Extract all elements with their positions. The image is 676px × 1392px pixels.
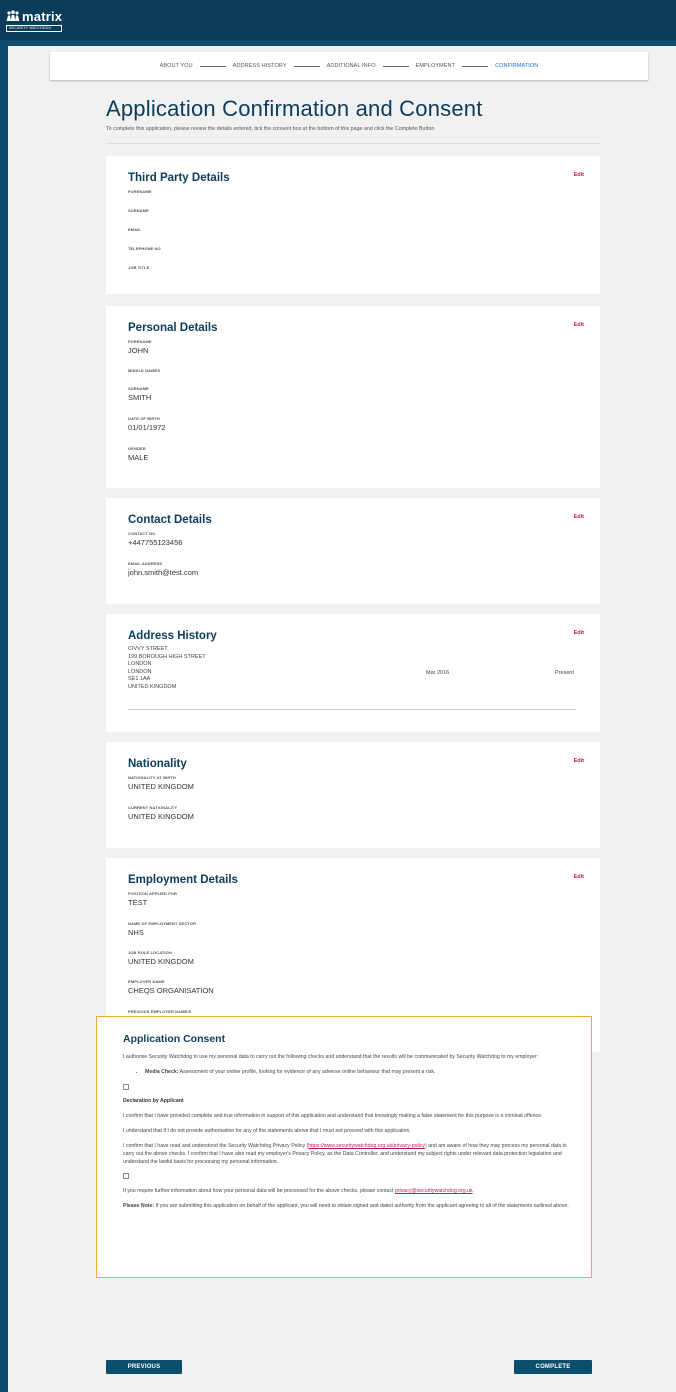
address-to-date: Present — [555, 670, 574, 676]
edit-contact-link[interactable]: Edit — [574, 514, 584, 520]
field-contact-no: CONTACT NO +447755123456 — [128, 531, 183, 547]
field-employer-name: EMPLOYER NAME CHEQS ORGANISATION — [128, 979, 214, 995]
brand-subtitle: SECURITY WATCHDOG — [6, 24, 63, 32]
declaration-title: Declaration by Applicant — [123, 1098, 184, 1104]
field-previous-employers: PREVIOUS EMPLOYER NAME/S — [128, 1009, 192, 1014]
field-surname: SURNAME — [128, 208, 149, 213]
card-title: Nationality — [128, 758, 187, 770]
complete-button[interactable]: COMPLETE — [514, 1360, 592, 1374]
step-connector — [382, 65, 409, 67]
step-employment[interactable]: EMPLOYMENT — [416, 63, 456, 69]
card-title: Third Party Details — [128, 172, 230, 184]
step-connector — [199, 65, 226, 67]
card-title: Personal Details — [128, 322, 218, 334]
field-telephone: TELEPHONE NO — [128, 246, 161, 251]
privacy-email-link[interactable]: privacy@securitywatchdog.org.uk — [395, 1188, 473, 1194]
field-forename: FORENAME — [128, 189, 152, 194]
declaration-consent-checkbox[interactable] — [123, 1173, 129, 1179]
field-date-of-birth: DATE OF BIRTH 01/01/1972 — [128, 416, 166, 432]
media-check-consent-checkbox[interactable] — [123, 1084, 129, 1090]
media-check-item: Media Check: Assessment of your online p… — [145, 1068, 571, 1076]
field-email-address: EMAIL ADDRESS john.smith@test.com — [128, 561, 199, 577]
consent-title: Application Consent — [123, 1033, 226, 1045]
field-middle-names: MIDDLE NAMES — [128, 368, 161, 373]
step-address-history[interactable]: ADDRESS HISTORY — [233, 63, 287, 69]
field-surname: SURNAME SMITH — [128, 386, 152, 402]
consent-authorise-text: I authorise Security Watchdog to use my … — [123, 1054, 539, 1060]
field-current-nationality: CURRENT NATIONALITY UNITED KINGDOM — [128, 805, 194, 821]
field-position-applied: POSITION APPLIED FOR TEST — [128, 891, 177, 907]
step-connector — [293, 65, 320, 67]
top-bar: matrix SECURITY WATCHDOG — [0, 0, 676, 40]
step-additional-info[interactable]: ADDITIONAL INFO — [327, 63, 376, 69]
edit-address-link[interactable]: Edit — [574, 630, 584, 636]
further-info-text: If you require further information about… — [123, 1188, 475, 1194]
step-confirmation[interactable]: CONFIRMATION — [495, 63, 538, 69]
card-title: Employment Details — [128, 874, 238, 886]
contact-details-card: Contact Details Edit CONTACT NO +44775512… — [106, 498, 600, 604]
step-connector — [462, 65, 489, 67]
edit-employment-link[interactable]: Edit — [574, 874, 584, 880]
declaration-text-1: I confirm that I have provided complete … — [123, 1113, 543, 1119]
page-title: Application Confirmation and Consent — [106, 96, 483, 121]
address-from-date: Mar 2016 — [426, 670, 450, 676]
people-logo-icon — [6, 10, 20, 21]
field-nationality-at-birth: NATIONALITY AT BIRTH UNITED KINGDOM — [128, 775, 194, 791]
address-lines: CIVVY STREET 199 BOROUGH HIGH STREET LON… — [128, 646, 206, 690]
declaration-text-2: I understand that if I do not provide au… — [123, 1128, 411, 1134]
checks-list: Media Check: Assessment of your online p… — [145, 1068, 571, 1076]
field-gender: GENDER MALE — [128, 446, 149, 462]
field-employment-sector: NAME OF EMPLOYMENT SECTOR NHS — [128, 921, 196, 937]
previous-button[interactable]: PREVIOUS — [106, 1360, 182, 1374]
privacy-policy-link[interactable]: https://www.securitywatchdog.org.uk/priv… — [308, 1143, 425, 1149]
nationality-card: Nationality Edit NATIONALITY AT BIRTH UNI… — [106, 742, 600, 848]
third-party-card: Third Party Details Edit FORENAME SURNAM… — [106, 156, 600, 294]
field-job-role-location: JOB ROLE LOCATION UNITED KINGDOM — [128, 950, 194, 966]
field-job-title: JOB TITLE — [128, 265, 150, 270]
field-forename: FORENAME JOHN — [128, 339, 152, 355]
page-intro: To complete this application, please rev… — [106, 126, 435, 132]
personal-details-card: Personal Details Edit FORENAME JOHN MIDDL… — [106, 306, 600, 488]
field-email: EMAIL — [128, 227, 141, 232]
card-title: Address History — [128, 630, 217, 642]
address-history-card: Address History Edit CIVVY STREET 199 BO… — [106, 614, 600, 732]
edit-third-party-link[interactable]: Edit — [574, 172, 584, 178]
please-note-text: Please Note: If you are submitting this … — [123, 1203, 569, 1209]
privacy-policy-text: I confirm that I have read and understoo… — [123, 1143, 567, 1165]
title-divider — [106, 143, 600, 144]
edit-nationality-link[interactable]: Edit — [574, 758, 584, 764]
address-divider — [128, 709, 576, 710]
application-consent-box: Application Consent I authorise Security… — [96, 1016, 592, 1278]
matrix-logo[interactable]: matrix SECURITY WATCHDOG — [6, 8, 63, 32]
brand-name: matrix — [22, 8, 63, 24]
card-title: Contact Details — [128, 514, 212, 526]
progress-stepper: ABOUT YOU ADDRESS HISTORY ADDITIONAL INF… — [50, 52, 648, 80]
step-about-you[interactable]: ABOUT YOU — [160, 63, 193, 69]
edit-personal-link[interactable]: Edit — [574, 322, 584, 328]
